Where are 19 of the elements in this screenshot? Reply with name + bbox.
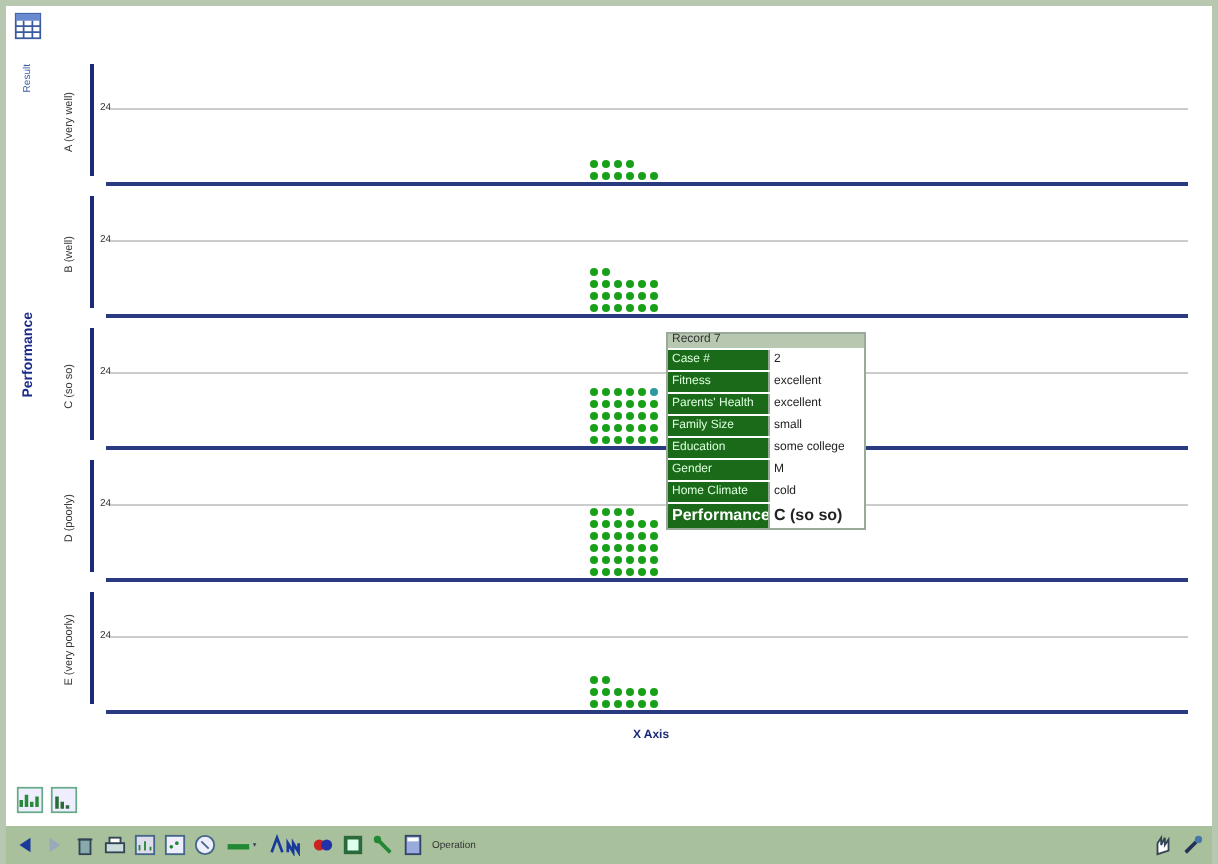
tool-icon[interactable]: [1182, 834, 1204, 856]
attribute-value: C (so so): [768, 504, 864, 528]
printer-icon[interactable]: [104, 834, 126, 856]
circle-icon[interactable]: [194, 834, 216, 856]
attribute-name: Performance: [668, 504, 768, 528]
trash-icon[interactable]: [74, 834, 96, 856]
dot-stack-drawing: [590, 676, 658, 708]
dot-stack-drawing: [590, 268, 658, 312]
dot-stack-drawing: [590, 388, 658, 444]
calculator-icon[interactable]: [402, 834, 424, 856]
graph-icon[interactable]: [134, 834, 156, 856]
frame-icon[interactable]: [342, 834, 364, 856]
dot-stack-drawing: [590, 160, 658, 180]
dot-stack-drawing: [590, 508, 658, 576]
back-arrow-icon[interactable]: [14, 834, 36, 856]
bar-chart-icon[interactable]: [50, 786, 78, 814]
scatter-icon[interactable]: [164, 834, 186, 856]
table-icon[interactable]: [14, 12, 42, 40]
color-dots-icon[interactable]: [312, 834, 334, 856]
